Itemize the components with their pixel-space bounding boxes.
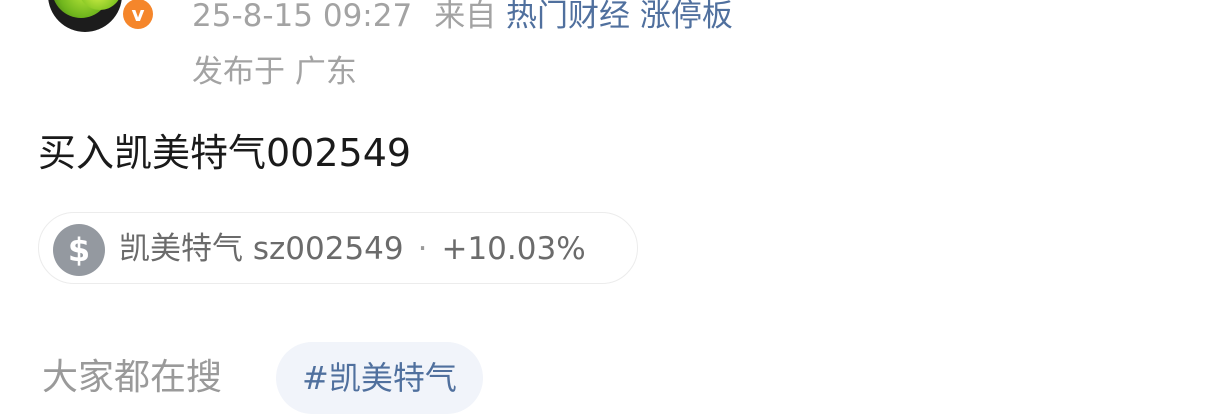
post-time: 25-8-15 09:27	[192, 0, 413, 34]
stock-code: sz002549	[252, 231, 404, 267]
dollar-icon: $	[53, 224, 105, 276]
trending-search-label: 大家都在搜	[42, 357, 223, 398]
stock-separator: ·	[417, 231, 428, 267]
from-label: 来自	[434, 0, 497, 34]
source-link-hot-finance[interactable]: 热门财经	[506, 0, 630, 34]
source-link-limit-up[interactable]: 涨停板	[640, 0, 733, 34]
verified-badge-icon: v	[120, 0, 156, 32]
stock-card[interactable]: $ 凯美特气 sz002549 · +10.03%	[38, 212, 638, 284]
avatar[interactable]	[48, 0, 122, 32]
stock-name: 凯美特气	[119, 231, 243, 267]
stock-info: 凯美特气 sz002549 · +10.03%	[119, 213, 586, 285]
verified-badge-label: v	[123, 0, 153, 29]
post-meta: 25-8-15 09:27 来自 热门财经 涨停板	[192, 0, 733, 36]
post-body-text: 买入凯美特气002549	[38, 131, 412, 175]
stock-change: +10.03%	[441, 231, 586, 267]
trending-topic-chip[interactable]: #凯美特气	[276, 342, 483, 414]
post-location: 发布于 广东	[192, 54, 357, 90]
